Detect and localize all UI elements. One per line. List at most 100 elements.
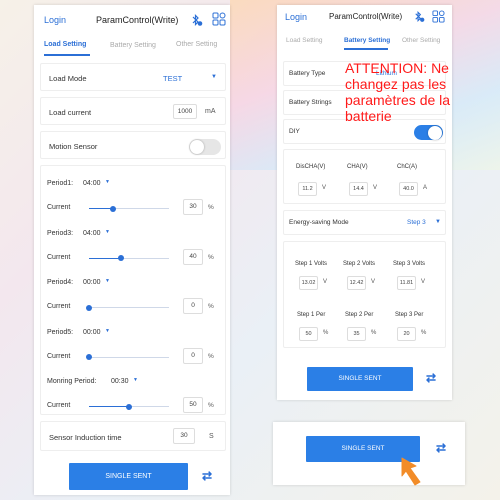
page-title: ParamControl(Write) [96,15,179,25]
charge-header: CHA(V) [347,164,368,170]
motion-sensor-label: Motion Sensor [49,142,98,151]
step-volts-input[interactable]: 11.81 [397,276,416,290]
slider-handle[interactable] [126,403,132,410]
slider-track[interactable] [89,307,169,308]
toggle-knob [190,140,204,154]
current-input[interactable]: 40 [183,248,203,265]
attention-warning: ATTENTION: Ne changez pas les paramètres… [345,60,451,124]
grid-menu-icon[interactable] [432,10,445,23]
period-label: Period4: [47,279,74,286]
percent-unit: % [208,402,214,409]
step-per-input[interactable]: 50 [299,327,318,341]
step-card: Step 1 Volts 13.02 V Step 2 Volts 12.42 V Step… [283,241,446,348]
current-input[interactable]: 0 [183,347,203,364]
energy-mode-value[interactable]: Step 3 [407,219,426,226]
slider-handle[interactable] [118,255,124,261]
step-volts-unit: V [421,279,426,285]
period-time[interactable]: 04:00 [83,230,101,237]
step-per-input[interactable]: 20 [397,327,416,341]
period-time[interactable]: 00:00 [83,279,101,286]
sensor-induction-label: Sensor Induction time [49,433,122,442]
swap-icon[interactable]: ⇄ [426,371,436,385]
charge-input[interactable]: 11.2 [298,182,317,196]
slider-track[interactable] [129,406,169,407]
period-label: Monring Period: [47,378,97,385]
tab-load-setting[interactable]: Load Setting [44,41,86,48]
periods-card: Period1: 04:00 ▼ Current 30% Period3: 04:00 ▼ Cu… [40,165,226,415]
charge-input[interactable]: 40.0 [399,182,418,196]
motion-sensor-row: Motion Sensor [40,131,226,159]
load-current-input[interactable]: 1000 [173,104,197,119]
slider-handle[interactable] [86,354,92,360]
diy-toggle[interactable] [414,125,443,140]
period-time[interactable]: 04:00 [83,180,101,187]
bluetooth-icon[interactable] [412,10,425,23]
swap-icon[interactable]: ⇄ [202,469,212,483]
step-per-header: Step 3 Per [395,312,424,318]
slider-track[interactable] [89,356,169,358]
slider-track[interactable] [121,257,169,259]
load-mode-row[interactable]: Load Mode TEST ▼ [40,63,226,91]
step-per-input[interactable]: 35 [347,327,366,341]
time-caret-icon: ▼ [105,327,110,334]
charge-unit: V [373,185,378,191]
single-sent-button[interactable]: SINGLE SENT [307,367,413,391]
single-sent-button[interactable]: SINGLE SENT [69,463,188,490]
dropdown-caret-icon: ▼ [435,219,441,225]
percent-unit: % [208,352,214,360]
dropdown-caret-icon: ▼ [211,74,217,80]
swap-icon[interactable]: ⇄ [436,441,446,455]
percent-unit: % [208,253,214,261]
step-per-header: Step 1 Per [297,312,326,318]
energy-mode-row[interactable]: Energy-saving Mode Step 3 ▼ [283,210,446,235]
toggle-knob [428,125,442,140]
current-input[interactable]: 30 [183,199,203,215]
period-label: Period3: [47,229,74,237]
slider-fill [89,257,121,259]
load-mode-label: Load Mode [49,74,87,83]
battery-type-label: Battery Type [289,70,326,77]
slider-handle[interactable] [110,205,116,212]
grid-menu-icon[interactable] [212,12,226,26]
slider-track[interactable] [113,208,169,209]
left-screen: Login ParamControl(Write) Load Setting B… [34,5,230,495]
tab-bar: Load Setting Battery Setting Other Setti… [277,31,452,53]
tab-other-setting[interactable]: Other Setting [402,37,440,44]
step-volts-input[interactable]: 12.42 [347,276,366,290]
energy-mode-label: Energy-saving Mode [289,219,349,226]
charge-card: DisCHA(V) 11.2 V CHA(V) 14.4 V ChC(A) 40.0 A [283,149,446,204]
sensor-induction-input[interactable]: 30 [173,428,195,444]
charge-input[interactable]: 14.4 [349,182,368,196]
tab-battery-setting[interactable]: Battery Setting [344,37,390,44]
current-input[interactable]: 50 [183,397,203,413]
current-label: Current [47,303,71,310]
login-link[interactable]: Login [285,12,307,22]
zoomed-send-panel: SINGLE SENT ⇄ [273,422,465,485]
period-label: Period1: [47,180,74,187]
sensor-induction-unit: S [209,433,214,440]
step-per-header: Step 2 Per [345,312,374,318]
period-time[interactable]: 00:30 [111,378,129,385]
tab-load-setting[interactable]: Load Setting [286,37,323,44]
tab-other-setting[interactable]: Other Setting [176,41,217,48]
tab-battery-setting[interactable]: Battery Setting [110,42,156,49]
slider-handle[interactable] [86,304,92,311]
time-caret-icon: ▼ [105,278,110,284]
step-per-unit: % [371,330,377,336]
pointer-arrow-icon [401,457,421,486]
current-input[interactable]: 0 [183,298,203,314]
load-current-label: Load current [49,108,92,117]
charge-unit: V [322,185,327,191]
bluetooth-icon[interactable] [189,13,203,27]
motion-sensor-toggle[interactable] [189,139,221,155]
period-time[interactable]: 00:00 [83,329,101,336]
load-mode-value[interactable]: TEST [163,74,182,83]
sensor-induction-row: Sensor Induction time 30 S [40,421,226,451]
battery-strings-label: Battery Strings [289,99,332,106]
step-volts-input[interactable]: 13.02 [299,276,318,290]
time-caret-icon: ▼ [105,179,110,185]
period-label: Period5: [47,328,74,336]
login-link[interactable]: Login [44,15,66,25]
percent-unit: % [208,303,214,310]
charge-header: ChC(A) [397,164,418,170]
